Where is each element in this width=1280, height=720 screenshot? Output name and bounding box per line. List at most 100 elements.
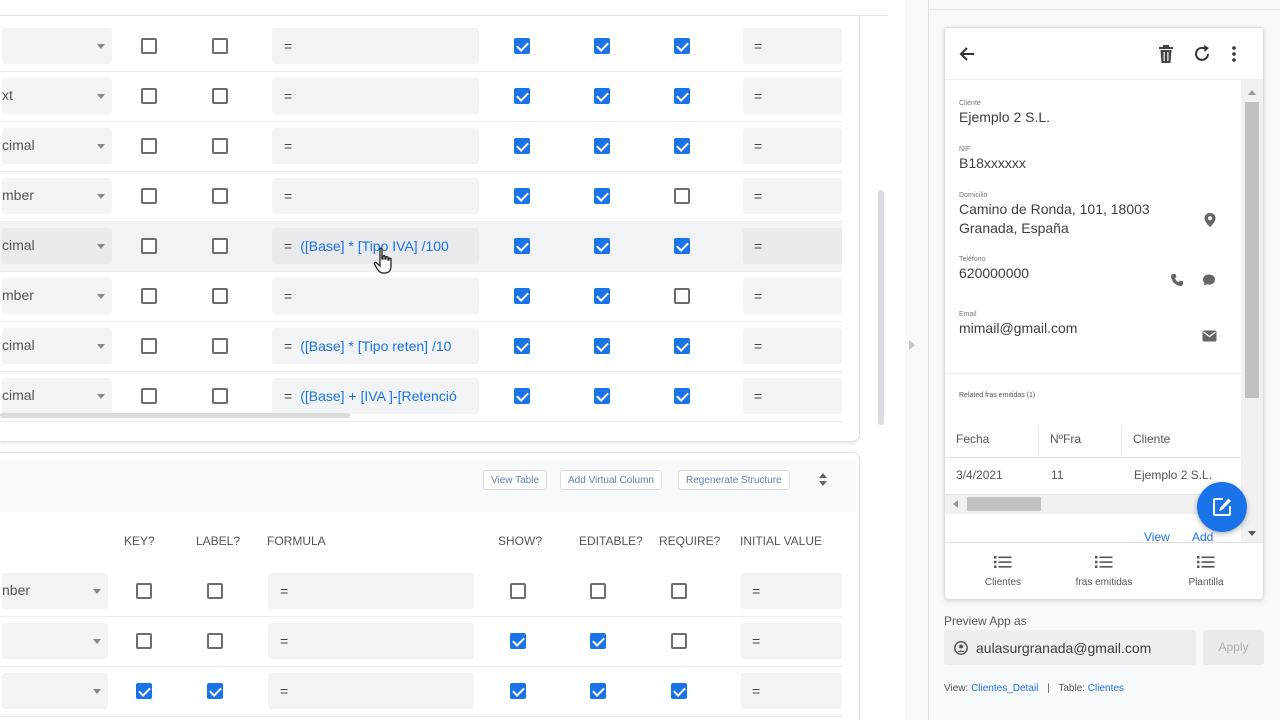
require-checkbox[interactable] bbox=[674, 188, 690, 204]
editable-checkbox[interactable] bbox=[594, 188, 610, 204]
show-checkbox[interactable] bbox=[514, 138, 530, 154]
type-select[interactable]: mber bbox=[2, 178, 112, 214]
initial-value-input[interactable]: = bbox=[741, 573, 842, 609]
more-vert-icon[interactable] bbox=[1230, 44, 1238, 64]
show-checkbox[interactable] bbox=[514, 238, 530, 254]
type-select[interactable]: cimal bbox=[2, 228, 112, 264]
key-checkbox[interactable] bbox=[136, 633, 152, 649]
delete-icon[interactable] bbox=[1157, 44, 1175, 64]
scroll-down-arrow-icon[interactable] bbox=[1248, 531, 1256, 536]
view-name-link[interactable]: Clientes_Detail bbox=[971, 683, 1038, 694]
require-checkbox[interactable] bbox=[671, 633, 687, 649]
add-virtual-column-button[interactable]: Add Virtual Column bbox=[560, 470, 662, 490]
key-checkbox[interactable] bbox=[141, 288, 157, 304]
key-checkbox[interactable] bbox=[141, 38, 157, 54]
label-checkbox[interactable] bbox=[212, 188, 228, 204]
back-arrow-icon[interactable] bbox=[957, 44, 977, 64]
editable-checkbox[interactable] bbox=[590, 683, 606, 699]
horizontal-scrollbar[interactable] bbox=[0, 413, 350, 418]
related-cell-cliente[interactable]: Ejemplo 2 S.L. bbox=[1134, 468, 1212, 482]
panel-toggle-icon[interactable] bbox=[909, 340, 915, 350]
initial-value-input[interactable]: = bbox=[743, 328, 842, 364]
formula-input[interactable]: = bbox=[272, 28, 479, 64]
initial-value-input[interactable]: = bbox=[741, 673, 842, 709]
label-checkbox[interactable] bbox=[212, 388, 228, 404]
editable-checkbox[interactable] bbox=[594, 388, 610, 404]
key-checkbox[interactable] bbox=[136, 583, 152, 599]
initial-value-input[interactable]: = bbox=[743, 178, 842, 214]
editable-checkbox[interactable] bbox=[594, 38, 610, 54]
label-checkbox[interactable] bbox=[212, 138, 228, 154]
show-checkbox[interactable] bbox=[510, 683, 526, 699]
label-checkbox[interactable] bbox=[207, 633, 223, 649]
editable-checkbox[interactable] bbox=[594, 138, 610, 154]
key-checkbox[interactable] bbox=[141, 238, 157, 254]
vertical-scrollbar[interactable] bbox=[878, 190, 884, 425]
phone-icon[interactable] bbox=[1170, 273, 1184, 287]
require-checkbox[interactable] bbox=[674, 288, 690, 304]
type-select[interactable] bbox=[2, 673, 108, 709]
show-checkbox[interactable] bbox=[514, 38, 530, 54]
require-checkbox[interactable] bbox=[671, 683, 687, 699]
label-checkbox[interactable] bbox=[212, 238, 228, 254]
require-checkbox[interactable] bbox=[671, 583, 687, 599]
formula-input[interactable]: = bbox=[272, 178, 479, 214]
type-select[interactable]: cimal bbox=[2, 128, 112, 164]
require-checkbox[interactable] bbox=[674, 238, 690, 254]
preview-email-input[interactable]: aulasurgranada@gmail.com bbox=[944, 630, 1196, 665]
key-checkbox[interactable] bbox=[136, 683, 152, 699]
initial-value-input[interactable]: = bbox=[743, 78, 842, 114]
view-table-button[interactable]: View Table bbox=[483, 470, 547, 490]
label-checkbox[interactable] bbox=[207, 683, 223, 699]
refresh-icon[interactable] bbox=[1192, 44, 1212, 64]
apply-button[interactable]: Apply bbox=[1203, 630, 1264, 665]
key-checkbox[interactable] bbox=[141, 388, 157, 404]
formula-input[interactable]: = bbox=[272, 278, 479, 314]
key-checkbox[interactable] bbox=[141, 338, 157, 354]
related-cell-nfra[interactable]: 11 bbox=[1051, 468, 1063, 482]
formula-input[interactable]: = bbox=[268, 673, 474, 709]
initial-value-input[interactable]: = bbox=[743, 28, 842, 64]
detail-vscroll-thumb[interactable] bbox=[1245, 102, 1259, 398]
initial-value-input[interactable]: = bbox=[743, 378, 842, 414]
formula-input[interactable]: = bbox=[268, 573, 474, 609]
nav-clientes[interactable]: Clientes bbox=[953, 543, 1053, 599]
related-cell-fecha[interactable]: 3/4/2021 bbox=[956, 468, 1003, 482]
formula-input[interactable]: = bbox=[268, 623, 474, 659]
label-checkbox[interactable] bbox=[212, 338, 228, 354]
regenerate-structure-button[interactable]: Regenerate Structure bbox=[678, 470, 790, 490]
editable-checkbox[interactable] bbox=[594, 338, 610, 354]
show-checkbox[interactable] bbox=[514, 188, 530, 204]
editable-checkbox[interactable] bbox=[594, 238, 610, 254]
show-checkbox[interactable] bbox=[510, 633, 526, 649]
initial-value-input[interactable]: = bbox=[743, 128, 842, 164]
initial-value-input[interactable]: = bbox=[741, 623, 842, 659]
key-checkbox[interactable] bbox=[141, 188, 157, 204]
mail-icon[interactable] bbox=[1202, 330, 1217, 342]
type-select[interactable]: mber bbox=[2, 278, 112, 314]
show-checkbox[interactable] bbox=[514, 288, 530, 304]
formula-input[interactable]: = bbox=[272, 128, 479, 164]
chat-icon[interactable] bbox=[1202, 273, 1216, 287]
type-select[interactable]: xt bbox=[2, 78, 112, 114]
key-checkbox[interactable] bbox=[141, 138, 157, 154]
require-checkbox[interactable] bbox=[674, 138, 690, 154]
require-checkbox[interactable] bbox=[674, 88, 690, 104]
type-select[interactable] bbox=[2, 28, 112, 64]
show-checkbox[interactable] bbox=[514, 338, 530, 354]
show-checkbox[interactable] bbox=[510, 583, 526, 599]
key-checkbox[interactable] bbox=[141, 88, 157, 104]
editable-checkbox[interactable] bbox=[590, 583, 606, 599]
type-select[interactable] bbox=[2, 623, 108, 659]
table-name-link[interactable]: Clientes bbox=[1088, 683, 1124, 694]
label-checkbox[interactable] bbox=[212, 38, 228, 54]
initial-value-input[interactable]: = bbox=[743, 278, 842, 314]
type-select[interactable]: nber bbox=[2, 573, 108, 609]
initial-value-input[interactable]: = bbox=[743, 228, 842, 264]
related-hscroll-thumb[interactable] bbox=[967, 497, 1041, 511]
require-checkbox[interactable] bbox=[674, 38, 690, 54]
type-select[interactable]: cimal bbox=[2, 328, 112, 364]
require-checkbox[interactable] bbox=[674, 388, 690, 404]
label-checkbox[interactable] bbox=[207, 583, 223, 599]
label-checkbox[interactable] bbox=[212, 88, 228, 104]
